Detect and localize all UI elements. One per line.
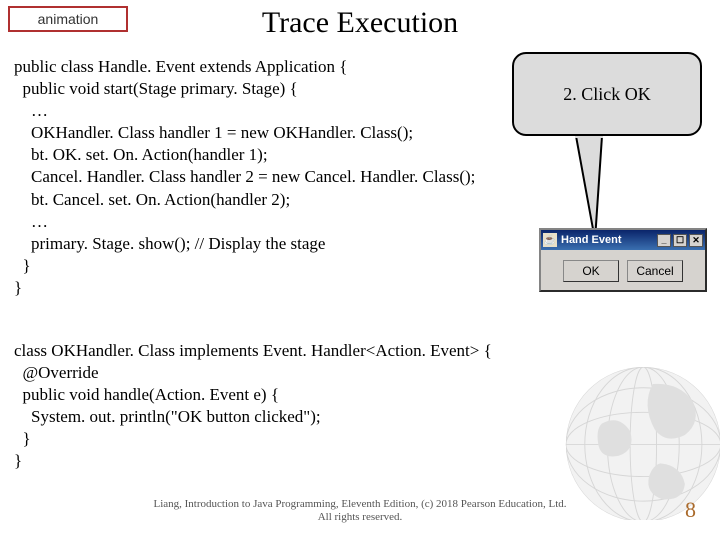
- window-title: Hand Event: [561, 234, 655, 246]
- minimize-button[interactable]: _: [657, 234, 671, 247]
- footer-line-2: All rights reserved.: [0, 511, 720, 524]
- sample-window: ☕ Hand Event _ ☐ ✕ OK Cancel: [539, 228, 707, 292]
- cancel-button[interactable]: Cancel: [627, 260, 683, 282]
- globe-decoration: [510, 350, 720, 520]
- code-block-1: public class Handle. Event extends Appli…: [14, 56, 475, 299]
- footer-citation: Liang, Introduction to Java Programming,…: [0, 498, 720, 524]
- code-block-2: class OKHandler. Class implements Event.…: [14, 340, 492, 473]
- callout-bubble: 2. Click OK: [512, 52, 702, 136]
- page-number: 8: [685, 497, 696, 523]
- footer-line-1: Liang, Introduction to Java Programming,…: [0, 498, 720, 511]
- java-icon: ☕: [543, 233, 557, 247]
- window-buttons-row: OK Cancel: [541, 250, 705, 292]
- callout-text: 2. Click OK: [563, 84, 651, 105]
- window-titlebar: ☕ Hand Event _ ☐ ✕: [541, 230, 705, 250]
- ok-button[interactable]: OK: [563, 260, 619, 282]
- page-title: Trace Execution: [0, 6, 720, 40]
- maximize-button[interactable]: ☐: [673, 234, 687, 247]
- close-button[interactable]: ✕: [689, 234, 703, 247]
